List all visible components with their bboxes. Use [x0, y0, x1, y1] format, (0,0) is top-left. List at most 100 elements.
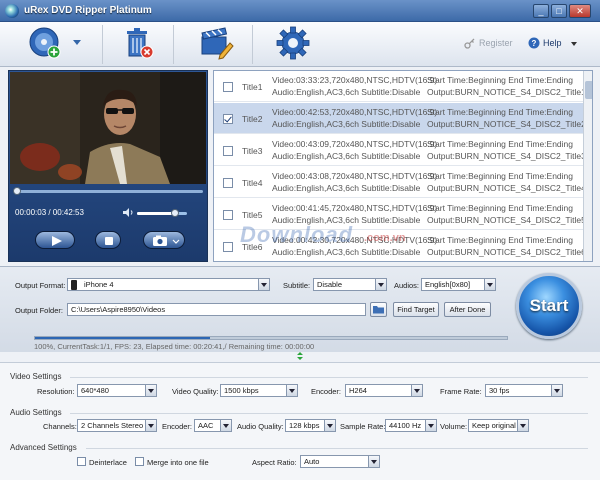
video-preview-frame	[10, 72, 206, 184]
channels-select[interactable]: 2 Channels Stereo	[77, 419, 157, 432]
play-icon	[52, 236, 62, 246]
toolbar-divider	[252, 25, 253, 64]
help-menu[interactable]: Help	[543, 38, 562, 48]
conversion-progress-bar	[34, 336, 508, 340]
subtitle-select[interactable]: Disable	[313, 278, 387, 291]
aspect-ratio-label: Aspect Ratio:	[252, 458, 297, 467]
seek-slider-handle[interactable]	[13, 187, 21, 195]
merge-files-checkbox[interactable]	[135, 457, 144, 466]
after-done-button[interactable]: After Done	[444, 302, 491, 317]
output-folder-input[interactable]: C:\Users\Aspire8950\Videos	[67, 303, 366, 316]
scrollbar-thumb[interactable]	[585, 81, 592, 99]
volume-icon[interactable]	[122, 208, 134, 217]
chevron-down-icon	[258, 279, 269, 290]
settings-gear-icon[interactable]	[275, 25, 311, 61]
title-checkbox[interactable]	[223, 82, 233, 92]
title-checkbox[interactable]	[223, 114, 233, 124]
title-time-info: Start Time:Beginning End Time:Ending	[427, 107, 573, 117]
audio-encoder-select[interactable]: AAC	[194, 419, 232, 432]
title-checkbox[interactable]	[223, 242, 233, 252]
stop-icon	[105, 237, 113, 245]
channels-value: 2 Channels Stereo	[81, 421, 144, 430]
title-row[interactable]: Title4 Video:00:43:08,720x480,NTSC,HDTV(1…	[214, 167, 583, 198]
camera-icon	[153, 235, 180, 246]
volume-select[interactable]: Keep original	[468, 419, 529, 432]
title-time-info: Start Time:Beginning End Time:Ending	[427, 75, 573, 85]
output-format-value: iPhone 4	[84, 280, 114, 289]
resolution-label: Resolution:	[37, 387, 75, 396]
help-dropdown-arrow-icon[interactable]	[571, 42, 577, 46]
subtitle-label: Subtitle:	[283, 281, 311, 290]
settings-panel: Video Settings Resolution: 640*480 Video…	[0, 362, 600, 480]
aspect-ratio-value: Auto	[304, 457, 320, 466]
register-link[interactable]: Register	[479, 38, 513, 48]
find-target-button[interactable]: Find Target	[393, 302, 439, 317]
output-format-select[interactable]: iPhone 4	[67, 278, 270, 291]
title-video-info: Video:00:42:53,720x480,NTSC,HDTV(16:9)	[272, 107, 438, 117]
deinterlace-checkbox[interactable]	[77, 457, 86, 466]
title-checkbox[interactable]	[223, 210, 233, 220]
chevron-down-icon	[286, 385, 297, 396]
title-output-info: Output:BURN_NOTICE_S4_DISC2_Title2	[427, 119, 583, 129]
panel-splitter-icon[interactable]	[295, 352, 305, 360]
output-format-label: Output Format:	[15, 281, 66, 290]
aspect-ratio-select[interactable]: Auto	[300, 455, 380, 468]
title-name: Title5	[242, 210, 263, 220]
snapshot-button[interactable]	[143, 231, 185, 249]
stop-button[interactable]	[95, 231, 121, 249]
title-checkbox[interactable]	[223, 178, 233, 188]
close-button[interactable]: ✕	[569, 4, 591, 18]
audios-label: Audios:	[394, 281, 420, 290]
chevron-down-icon	[368, 456, 379, 467]
seek-slider[interactable]	[13, 187, 203, 195]
video-quality-value: 1500 kbps	[224, 386, 259, 395]
start-button[interactable]: Start	[516, 273, 582, 339]
title-list-scrollbar[interactable]	[583, 71, 592, 261]
frame-rate-label: Frame Rate:	[440, 387, 482, 396]
volume-slider[interactable]	[137, 209, 187, 217]
title-row[interactable]: Title2 Video:00:42:53,720x480,NTSC,HDTV(1…	[214, 103, 583, 134]
title-time-info: Start Time:Beginning End Time:Ending	[427, 235, 573, 245]
title-output-info: Output:BURN_NOTICE_S4_DISC2_Title4	[427, 183, 583, 193]
chevron-down-icon	[517, 420, 528, 431]
audio-encoder-label: Encoder:	[162, 422, 193, 431]
audio-quality-label: Audio Quality:	[237, 422, 284, 431]
folder-icon	[373, 306, 384, 314]
app-window: uRex DVD Ripper Platinum _ □ ✕ Register …	[0, 0, 600, 480]
title-time-info: Start Time:Beginning End Time:Ending	[427, 203, 573, 213]
load-dropdown-arrow-icon[interactable]	[73, 40, 81, 45]
edit-video-icon[interactable]	[198, 25, 234, 61]
minimize-button[interactable]: _	[533, 4, 549, 18]
title-row[interactable]: Title1 Video:03:33:23,720x480,NTSC,HDTV(1…	[214, 71, 583, 102]
title-video-info: Video:00:41:45,720x480,NTSC,HDTV(16:9)	[272, 203, 438, 213]
watermark-suffix: .com.vn	[364, 232, 406, 244]
browse-folder-button[interactable]	[370, 302, 387, 317]
volume-value: Keep original	[472, 421, 516, 430]
audio-quality-select[interactable]: 128 kbps	[285, 419, 336, 432]
deinterlace-label: Deinterlace	[89, 458, 127, 467]
chevron-down-icon	[375, 279, 386, 290]
frame-rate-select[interactable]: 30 fps	[485, 384, 563, 397]
toolbar-divider	[173, 25, 174, 64]
window-title: uRex DVD Ripper Platinum	[24, 5, 152, 16]
video-quality-select[interactable]: 1500 kbps	[220, 384, 298, 397]
resolution-select[interactable]: 640*480	[77, 384, 157, 397]
chevron-down-icon	[484, 279, 495, 290]
title-row[interactable]: Title3 Video:00:43:09,720x480,NTSC,HDTV(1…	[214, 135, 583, 166]
conversion-status: 100%, CurrentTask:1/1, FPS: 23, Elapsed …	[34, 342, 315, 351]
chevron-down-icon	[145, 420, 156, 431]
section-divider	[70, 413, 588, 414]
audios-select[interactable]: English[0x80]	[421, 278, 496, 291]
chevron-down-icon	[551, 385, 562, 396]
volume-slider-handle[interactable]	[170, 209, 179, 217]
load-dvd-icon[interactable]	[27, 25, 63, 61]
delete-icon[interactable]	[120, 25, 156, 61]
sample-rate-select[interactable]: 44100 Hz	[385, 419, 437, 432]
subtitle-value: Disable	[317, 280, 343, 289]
title-checkbox[interactable]	[223, 146, 233, 156]
maximize-button[interactable]: □	[551, 4, 567, 18]
section-divider	[70, 377, 588, 378]
title-time-info: Start Time:Beginning End Time:Ending	[427, 171, 573, 181]
play-button[interactable]	[35, 231, 75, 249]
video-encoder-select[interactable]: H264	[345, 384, 423, 397]
